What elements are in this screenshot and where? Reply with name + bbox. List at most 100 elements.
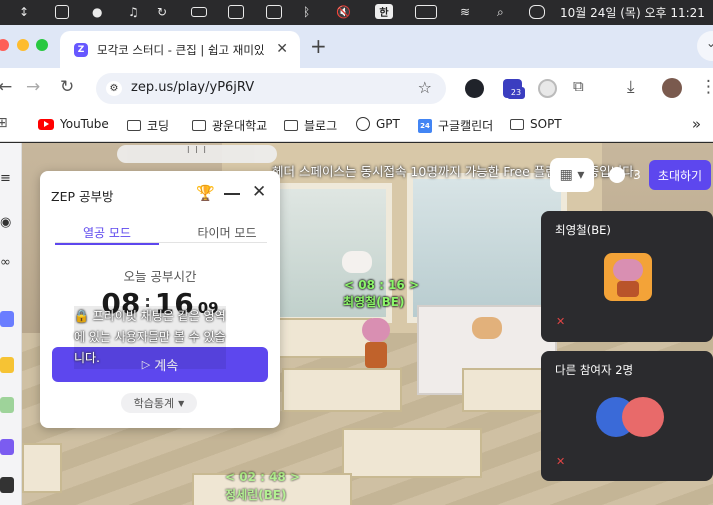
cat-sprite bbox=[342, 251, 372, 273]
folder-icon bbox=[284, 120, 298, 131]
mic-muted-icon: ✕ bbox=[556, 315, 566, 328]
participants-button[interactable]: 3 bbox=[602, 160, 648, 190]
panel-title: ZEP 공부방 bbox=[51, 189, 114, 204]
location-icon[interactable]: ◉ bbox=[0, 215, 14, 231]
macos-menu-bar: ↕ ● ♫ ↻ ᛒ 🔇 한 ≋ ⌕ 10월 24일 (목) 오후 11:21 bbox=[0, 0, 713, 25]
close-window-button[interactable] bbox=[0, 39, 9, 51]
caret-down-icon: ▼ bbox=[178, 398, 185, 408]
ime-indicator[interactable]: 한 bbox=[375, 4, 393, 19]
music-icon[interactable]: ♫ bbox=[128, 4, 139, 20]
avatar bbox=[604, 253, 652, 301]
map-handle[interactable]: I I I bbox=[117, 145, 277, 163]
menu-bar-clock[interactable]: 10월 24일 (목) 오후 11:21 bbox=[560, 4, 705, 21]
control-center-icon[interactable] bbox=[529, 4, 545, 20]
folder-icon bbox=[510, 118, 524, 130]
window-icon[interactable] bbox=[266, 4, 282, 20]
bed-icon[interactable] bbox=[191, 4, 207, 20]
close-icon[interactable]: ✕ bbox=[252, 182, 266, 202]
stage-manager-icon[interactable] bbox=[55, 4, 69, 20]
bookmark-sopt[interactable]: SOPT bbox=[510, 117, 562, 131]
invite-button[interactable]: 초대하기 bbox=[649, 160, 711, 190]
mute-icon[interactable]: 🔇 bbox=[336, 4, 351, 20]
grid-icon[interactable] bbox=[228, 4, 244, 20]
reload-icon[interactable]: ↻ bbox=[60, 77, 74, 97]
minimize-window-button[interactable] bbox=[17, 39, 29, 51]
address-bar[interactable]: ⚙ zep.us/play/yP6jRV ☆ bbox=[96, 73, 446, 104]
bookmark-blog[interactable]: 블로그 bbox=[284, 117, 337, 134]
extension-badge: 23 bbox=[507, 87, 525, 99]
bookmark-kwangwoon[interactable]: 광운대학교 bbox=[192, 117, 267, 134]
cat-sprite bbox=[472, 317, 502, 339]
new-tab-icon[interactable]: + bbox=[310, 34, 327, 58]
openai-icon bbox=[356, 117, 370, 131]
tab-close-icon[interactable]: ✕ bbox=[276, 41, 288, 57]
app-icon-3[interactable] bbox=[0, 397, 14, 413]
minimize-icon[interactable] bbox=[224, 193, 240, 195]
mode-tabs: 열공 모드 타이머 모드 bbox=[55, 222, 267, 245]
others-video-card[interactable]: 다른 참여자 2명 ✕ bbox=[541, 351, 713, 481]
updown-arrow-icon[interactable]: ↕ bbox=[19, 4, 29, 20]
study-stats-button[interactable]: 학습통계 ▼ bbox=[121, 393, 197, 413]
menu-icon[interactable]: ≡ bbox=[0, 171, 14, 187]
refresh-icon[interactable]: ↻ bbox=[157, 4, 167, 20]
more-bookmarks-icon[interactable]: » bbox=[692, 115, 701, 133]
search-icon[interactable]: ⌕ bbox=[497, 4, 504, 20]
apps-grid-icon[interactable]: ⊞ bbox=[0, 115, 8, 131]
desk bbox=[282, 368, 402, 412]
browser-toolbar: ← → ↻ ⚙ zep.us/play/yP6jRV ☆ 23 ⧉ ⤓ ⋮ bbox=[0, 68, 713, 108]
layout-icon: ▦ ▾ bbox=[559, 167, 585, 183]
other-player-name: 정세린(BE) bbox=[225, 488, 287, 502]
calendar-icon: 24 bbox=[418, 118, 432, 133]
people-icon bbox=[609, 167, 626, 183]
forward-arrow-icon[interactable]: → bbox=[26, 77, 40, 97]
download-icon[interactable]: ⤓ bbox=[627, 77, 635, 97]
player-timer: < 08 : 16 > bbox=[344, 278, 420, 292]
wifi-icon[interactable]: ≋ bbox=[460, 4, 470, 20]
self-video-card[interactable]: 최영철(BE) ✕ bbox=[541, 211, 713, 342]
tab-timer-mode[interactable]: 타이머 모드 bbox=[175, 224, 279, 241]
bookmark-youtube[interactable]: YouTube bbox=[38, 117, 109, 131]
folder-icon bbox=[127, 120, 141, 131]
bookmark-coding[interactable]: 코딩 bbox=[127, 117, 169, 134]
bookmark-google-calendar[interactable]: 24 구글캘린더 bbox=[418, 117, 493, 134]
extension-circle-icon[interactable] bbox=[538, 79, 557, 98]
maximize-window-button[interactable] bbox=[36, 39, 48, 51]
bluetooth-icon[interactable]: ᛒ bbox=[303, 4, 310, 20]
profile-avatar[interactable] bbox=[662, 78, 682, 98]
app-icon-1[interactable] bbox=[0, 311, 14, 327]
battery-icon[interactable] bbox=[415, 4, 437, 20]
bookmark-star-icon[interactable]: ☆ bbox=[418, 78, 432, 97]
tab-focus-mode[interactable]: 열공 모드 bbox=[55, 224, 159, 245]
site-settings-icon[interactable]: ⚙ bbox=[106, 81, 122, 96]
desk bbox=[342, 428, 482, 478]
study-time-label: 오늘 공부시간 bbox=[123, 269, 197, 284]
react-devtools-icon[interactable] bbox=[465, 79, 484, 98]
zep-favicon-icon: Z bbox=[74, 42, 88, 57]
active-tab[interactable]: Z 모각코 스터디 - 큰집 | 쉽고 재미있 ✕ bbox=[60, 31, 300, 68]
link-icon[interactable]: ∞ bbox=[0, 255, 14, 271]
trophy-icon[interactable]: 🏆 bbox=[196, 184, 215, 202]
avatar bbox=[622, 397, 664, 437]
notification-icon[interactable]: ● bbox=[92, 4, 102, 20]
desk bbox=[22, 443, 62, 493]
app-icon-4[interactable] bbox=[0, 439, 14, 455]
more-menu-icon[interactable]: ⋮ bbox=[700, 77, 713, 97]
bookmark-gpt[interactable]: GPT bbox=[356, 117, 400, 131]
private-chat-notice: 🔒 프라이빗 채팅은 같은 영역에 있는 사용자들만 볼 수 있습니다. bbox=[74, 306, 226, 369]
url-text[interactable]: zep.us/play/yP6jRV bbox=[131, 80, 254, 95]
player-avatar-sprite[interactable] bbox=[362, 318, 390, 368]
app-icon-5[interactable] bbox=[0, 477, 14, 493]
zep-side-toolbar: ≡ ◉ ∞ bbox=[0, 143, 22, 505]
back-arrow-icon[interactable]: ← bbox=[0, 77, 12, 97]
tab-search-button[interactable]: ⌄ bbox=[697, 31, 713, 61]
player-name: 최영철(BE) bbox=[343, 295, 405, 309]
tab-title: 모각코 스터디 - 큰집 | 쉽고 재미있 bbox=[97, 42, 265, 57]
participant-name: 최영철(BE) bbox=[555, 223, 611, 237]
others-count-label: 다른 참여자 2명 bbox=[555, 363, 634, 377]
view-toggle-button[interactable]: ▦ ▾ bbox=[550, 158, 594, 192]
youtube-icon bbox=[38, 118, 54, 130]
extensions-puzzle-icon[interactable]: ⧉ bbox=[573, 77, 584, 95]
app-icon-2[interactable] bbox=[0, 357, 14, 373]
chevron-down-icon: ⌄ bbox=[706, 36, 713, 50]
mic-muted-icon: ✕ bbox=[556, 455, 566, 468]
